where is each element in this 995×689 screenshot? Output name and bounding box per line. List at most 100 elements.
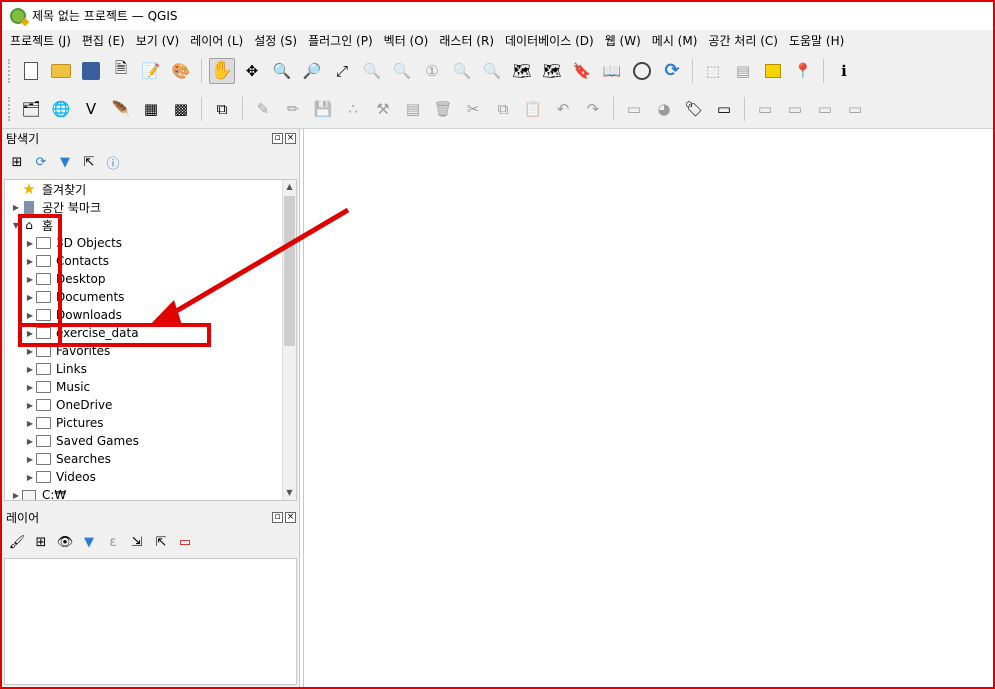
new-shapefile-layer-button[interactable]: 🪶 [108,96,134,122]
tree-item-searches[interactable]: ▶ Searches [25,450,111,468]
pan-map-button[interactable]: ✋ [209,57,235,84]
tree-item-links[interactable]: ▶ Links [25,360,87,378]
menu-mesh[interactable]: 메시 (M) [652,32,698,49]
menu-database[interactable]: 데이터베이스 (D) [505,32,594,49]
tree-item-saved-games[interactable]: ▶ Saved Games [25,432,139,450]
filter-legend-button[interactable]: ▼ [80,533,98,551]
expand-all-button[interactable]: ⇲ [128,533,146,551]
new-gpkg-layer-button[interactable]: ▦ [138,96,164,122]
cut-features-button[interactable]: ✂ [460,96,486,122]
menu-settings[interactable]: 설정 (S) [254,32,297,49]
menu-vector[interactable]: 벡터 (O) [384,32,429,49]
zoom-to-selection-button[interactable]: 🔍 [359,58,385,84]
zoom-last-button[interactable]: 🔍 [449,58,475,84]
expand-caret-icon[interactable]: ▶ [25,257,35,266]
save-project-button[interactable] [78,58,104,84]
tree-item-videos[interactable]: ▶ Videos [25,468,96,486]
zoom-full-button[interactable]: ⤢ [329,58,355,84]
pan-to-selection-button[interactable]: ✥ [239,58,265,84]
identify-features-button[interactable]: ℹ [831,58,857,84]
zoom-out-button[interactable]: 🔎 [299,58,325,84]
manage-map-themes-button[interactable]: 👁 [56,533,74,551]
refresh-browser-button[interactable]: ⟳ [32,153,50,171]
zoom-native-button[interactable]: ① [419,58,445,84]
float-panel-button[interactable]: ▫ [272,511,283,523]
expand-caret-icon[interactable]: ▶ [25,455,35,464]
toolbar-grip[interactable] [8,58,11,83]
menu-raster[interactable]: 래스터 (R) [439,32,494,49]
new-3d-map-view-button[interactable]: 🗺 [539,58,565,84]
deselect-all-button[interactable] [760,58,786,84]
expand-caret-icon[interactable]: ▶ [25,239,35,248]
tree-item-music[interactable]: ▶ Music [25,378,90,396]
digitize-button[interactable]: ∴ [340,96,366,122]
expand-caret-icon[interactable]: ▶ [11,491,21,500]
menu-help[interactable]: 도움말 (H) [789,32,844,49]
zoom-to-layer-button[interactable]: 🔍 [389,58,415,84]
open-layer-styling-button[interactable]: 🖌 [8,533,26,551]
layer-diagram-button[interactable]: ◕ [651,96,677,122]
properties-button[interactable]: ⓘ [104,153,122,172]
add-group-button[interactable]: ⊞ [32,533,50,551]
expand-caret-icon[interactable]: ▶ [25,347,35,356]
add-wms-layer-button[interactable]: 🌐 [48,96,74,122]
filter-browser-button[interactable]: ▼ [56,153,74,171]
tree-item-home[interactable]: ▼ ⌂ 홈 [11,216,53,234]
zoom-next-button[interactable]: 🔍 [479,58,505,84]
delete-selected-button[interactable]: 🗑 [430,96,456,122]
close-panel-button[interactable]: × [285,511,296,523]
remove-layer-button[interactable]: ▭ [176,533,194,551]
map-tips-button[interactable]: 📍 [790,58,816,84]
layers-list[interactable] [4,558,297,685]
unplaced-labels-button[interactable]: ▭ [711,96,737,122]
menu-edit[interactable]: 편집 (E) [82,32,125,49]
paste-features-button[interactable]: 📋 [520,96,546,122]
rotate-label-button[interactable]: ▭ [842,96,868,122]
tree-item-c-drive[interactable]: ▶ C:₩ [11,486,66,500]
expand-caret-icon[interactable]: ▶ [25,383,35,392]
expand-caret-icon[interactable]: ▶ [25,293,35,302]
data-source-manager-button[interactable]: 🗂 [18,96,44,122]
expand-caret-icon[interactable]: ▶ [25,311,35,320]
label-toolbar-button[interactable]: 🏷 [681,96,707,122]
expand-caret-icon[interactable]: ▶ [25,437,35,446]
copy-features-button[interactable]: ⧉ [490,96,516,122]
float-panel-button[interactable]: ▫ [272,132,283,144]
vertex-tool-button[interactable]: ⚒ [370,96,396,122]
save-edits-button[interactable]: 💾 [310,96,336,122]
expand-caret-icon[interactable]: ▶ [25,275,35,284]
scroll-up-arrow-icon[interactable]: ▲ [283,180,296,194]
toggle-editing-button[interactable]: ✏ [280,96,306,122]
redo-button[interactable]: ↷ [580,96,606,122]
select-by-value-button[interactable]: ▤ [730,58,756,84]
temporal-controller-button[interactable] [629,58,655,84]
layout-manager-button[interactable]: 📝 [138,58,164,84]
collapse-all-layers-button[interactable]: ⇱ [152,533,170,551]
expand-caret-icon[interactable]: ▶ [25,329,35,338]
expand-caret-icon[interactable]: ▶ [25,473,35,482]
select-features-button[interactable]: ⬚ [700,58,726,84]
tree-item-downloads[interactable]: ▶ Downloads [25,306,122,324]
scroll-down-arrow-icon[interactable]: ▼ [283,486,296,500]
tree-item-documents[interactable]: ▶ Documents [25,288,125,306]
pin-labels-button[interactable]: ▭ [752,96,778,122]
new-bookmark-button[interactable]: 🔖 [569,58,595,84]
expand-caret-icon[interactable]: ▶ [25,365,35,374]
current-edits-button[interactable]: ✎ [250,96,276,122]
menu-view[interactable]: 보기 (V) [136,32,179,49]
undo-button[interactable]: ↶ [550,96,576,122]
menu-processing[interactable]: 공간 처리 (C) [708,32,778,49]
open-project-button[interactable] [48,58,74,84]
expand-caret-icon[interactable]: ▶ [25,401,35,410]
style-manager-button[interactable]: 🎨 [168,58,194,84]
expand-caret-icon[interactable]: ▶ [25,419,35,428]
tree-item-spatial-bookmarks[interactable]: ▶ 공간 북마크 [11,198,101,216]
new-project-button[interactable] [18,58,44,84]
toolbar-grip[interactable] [8,97,11,121]
tree-item-pictures[interactable]: ▶ Pictures [25,414,104,432]
menu-project[interactable]: 프로젝트 (J) [10,32,71,49]
modify-attributes-button[interactable]: ▤ [400,96,426,122]
new-map-view-button[interactable]: 🗺 [509,58,535,84]
refresh-button[interactable]: ⟳ [659,58,685,84]
zoom-in-button[interactable]: 🔍 [269,58,295,84]
